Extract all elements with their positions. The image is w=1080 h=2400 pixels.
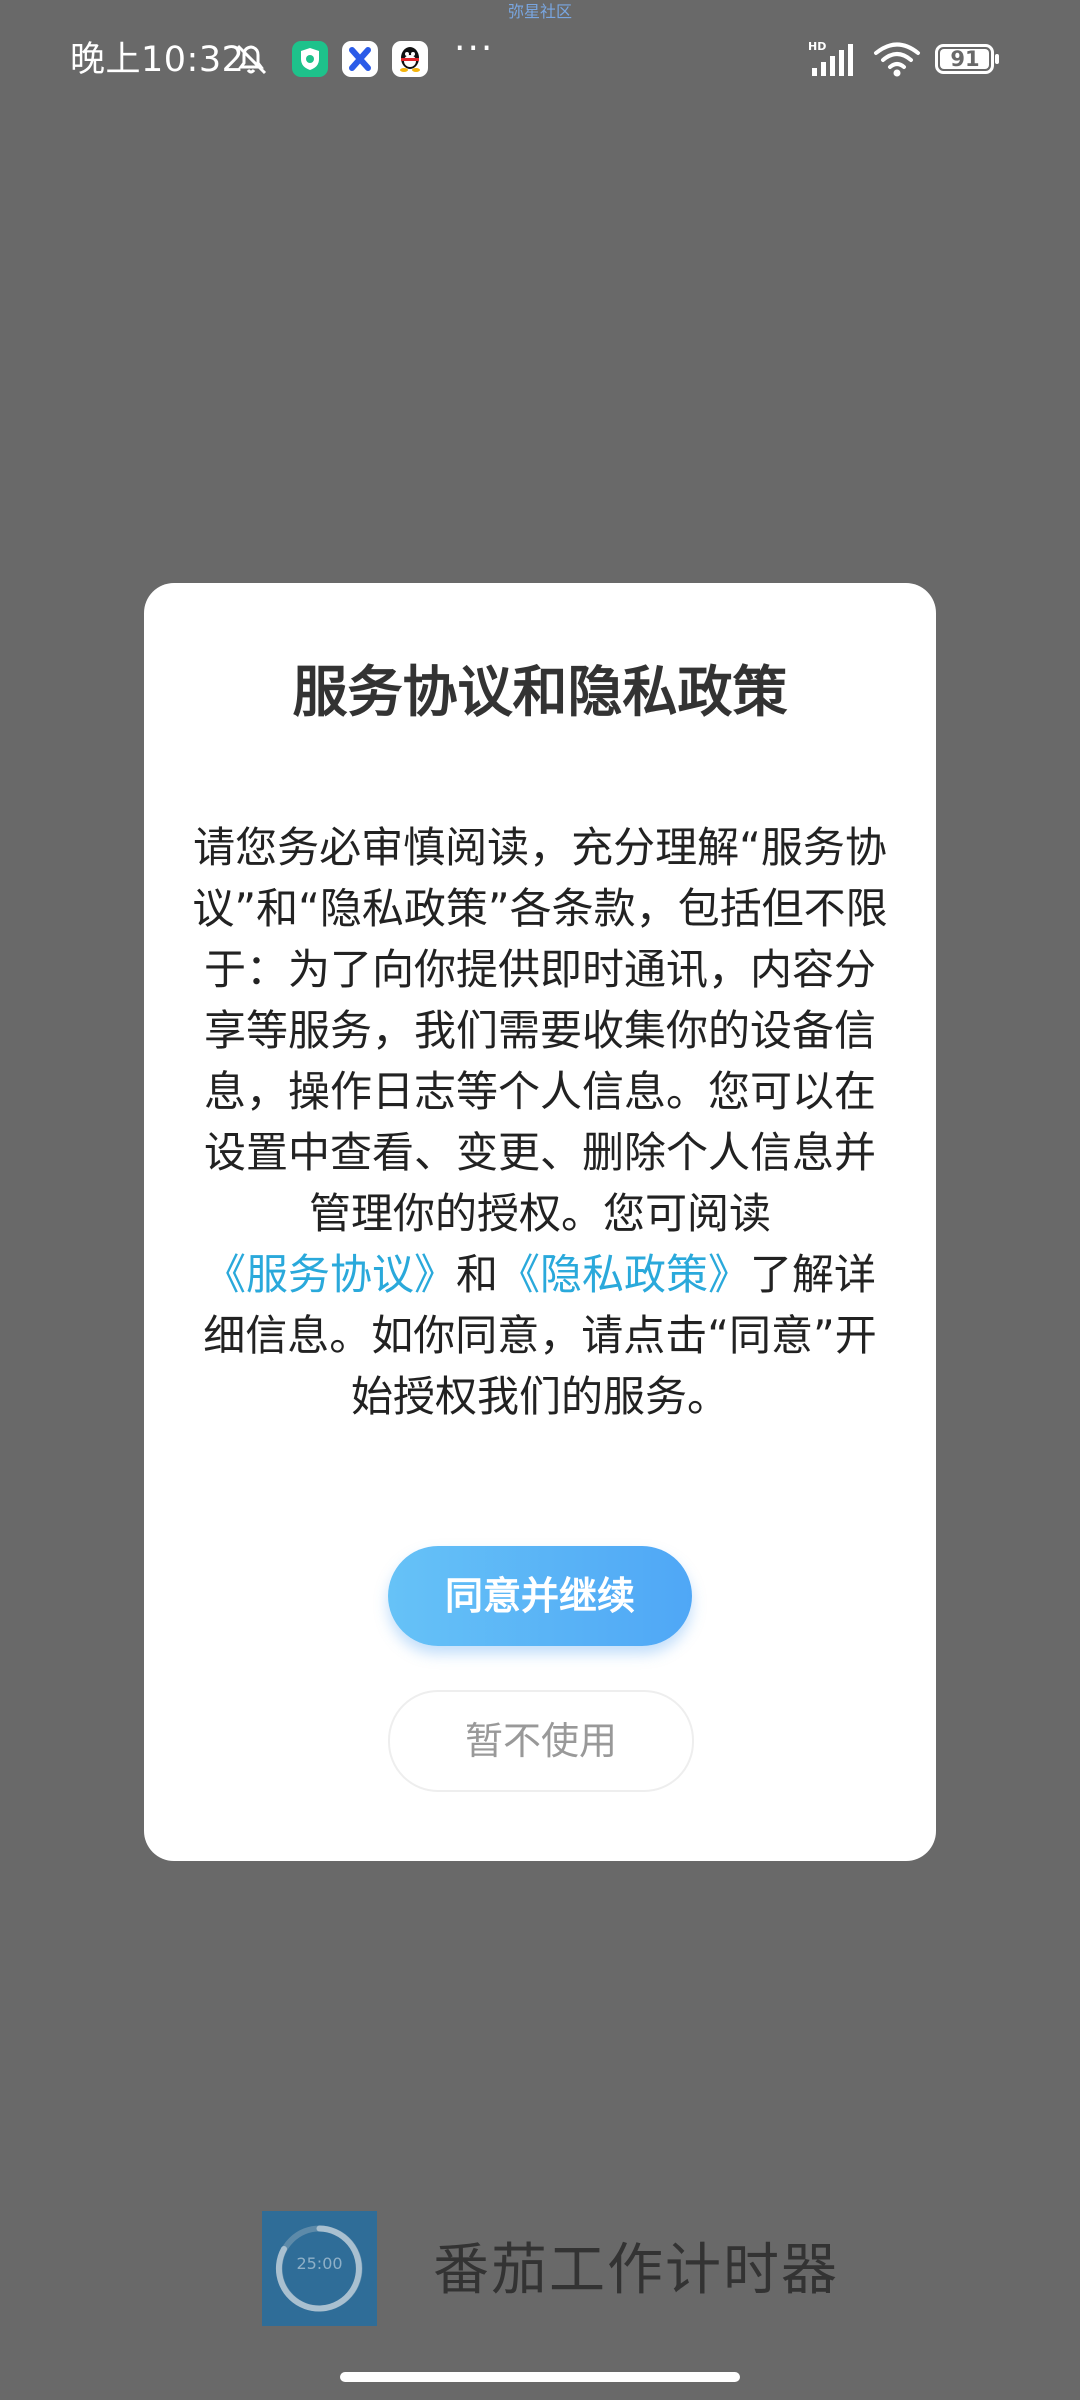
more-notifications-icon: ··· [454,28,495,69]
x-app-icon [342,41,378,77]
privacy-policy-link[interactable]: 《隐私政策》 [498,1250,750,1299]
top-watermark: 弥星社区 [507,2,572,21]
app-name: 番茄工作计时器 [433,2238,839,2303]
status-time: 晚上10:32 [70,40,245,80]
home-indicator[interactable] [340,2372,740,2382]
body-text-part1: 请您务必审慎阅读，充分理解“服务协议”和“隐私政策”各条款，包括但不限于：为了向… [192,823,888,1238]
battery-level: 91 [950,47,980,71]
silent-bell-icon [236,44,267,75]
privacy-dialog: 服务协议和隐私政策 请您务必审慎阅读，充分理解“服务协议”和“隐私政策”各条款，… [144,583,936,1861]
service-agreement-link[interactable]: 《服务协议》 [204,1250,456,1299]
dialog-body: 请您务必审慎阅读，充分理解“服务协议”和“隐私政策”各条款，包括但不限于：为了向… [188,817,892,1427]
wifi-icon [874,42,920,77]
security-app-icon [292,41,328,77]
app-logo-timer-text: 25:00 [296,2254,343,2273]
cellular-signal-icon: HD [808,40,853,76]
status-bar: 弥星社区 晚上10:32 ··· HD 91 [0,0,1080,118]
dialog-title: 服务协议和隐私政策 [292,660,788,724]
decline-button[interactable]: 暂不使用 [388,1690,694,1792]
hd-badge: HD [808,40,826,53]
body-text-and: 和 [455,1250,498,1299]
qq-app-icon [392,41,428,77]
agree-continue-button[interactable]: 同意并继续 [388,1546,692,1646]
